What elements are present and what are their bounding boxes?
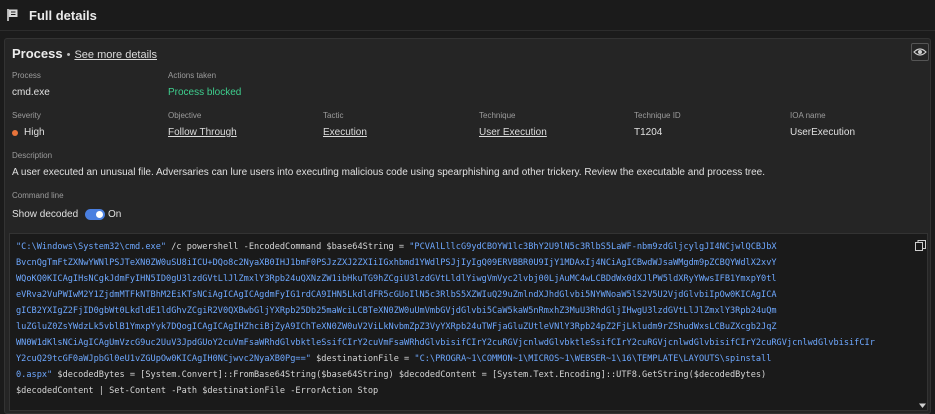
cmd-path: "C:\Windows\System32\cmd.exe" — [16, 242, 167, 252]
eye-icon — [913, 48, 927, 56]
objective-label: Objective — [168, 111, 202, 120]
details-title: Full details — [29, 7, 97, 23]
cmd-string: eVRva2VuPWIwM2Y1ZjdmMTFkNTBhM2EiKTsNCiAg… — [16, 290, 777, 300]
cmd-string: "PCVAlLllcG9ydCBOYW1lc3BhY2U9lN5c3RlbS5L… — [409, 242, 777, 252]
see-more-details-link[interactable]: See more details — [74, 49, 157, 61]
flag-icon — [5, 7, 21, 23]
technique-link[interactable]: User Execution — [479, 127, 547, 138]
cmd-string: luZGluZ0ZsYWdzLk5vblB1YmxpYyk7DQogICAgIC… — [16, 322, 777, 332]
actions-taken-value: Process blocked — [168, 87, 242, 98]
description-label: Description — [12, 151, 53, 160]
cmd-segment: $decodedBytes = [System.Convert]::FromBa… — [52, 370, 767, 380]
show-decoded-toggle[interactable] — [85, 209, 105, 220]
severity-text: High — [24, 127, 45, 138]
scroll-down-icon[interactable] — [918, 397, 927, 408]
severity-indicator — [12, 129, 18, 136]
objective-link[interactable]: Follow Through — [168, 127, 237, 138]
cmd-string: WN0W1dKlsNCiAgICAgUmVzcG9uc2UuV3JpdGUoY2… — [16, 338, 875, 348]
process-title: Process — [12, 46, 63, 61]
ioa-name-value: UserExecution — [790, 127, 856, 138]
actions-taken-label: Actions taken — [168, 71, 217, 80]
eye-toggle-button[interactable] — [911, 43, 929, 61]
technique-label: Technique — [479, 111, 516, 120]
show-decoded-label: Show decoded — [12, 209, 79, 220]
process-panel: Process • See more details Process cmd.e… — [4, 38, 931, 414]
technique-id-label: Technique ID — [634, 111, 681, 120]
separator-dot: • — [66, 49, 71, 61]
copy-icon[interactable] — [915, 238, 926, 251]
cmd-segment: $decodedContent | Set-Content -Path $des… — [16, 386, 379, 396]
tactic-label: Tactic — [323, 111, 344, 120]
command-line-text: "C:\Windows\System32\cmd.exe" /c powersh… — [16, 239, 896, 399]
cmd-segment: /c powershell -EncodedCommand $base64Str… — [166, 242, 410, 252]
severity-value: High — [12, 127, 45, 138]
cmd-string: 0.aspx" — [16, 370, 53, 380]
cmd-string: BvcnQgTmFtZXNwYWNlPSJTeXN0ZW0uSU8iICU+DQ… — [16, 258, 777, 268]
technique-id-value: T1204 — [634, 127, 663, 138]
process-label: Process — [12, 71, 41, 80]
toggle-knob — [96, 211, 103, 218]
details-header: Full details — [0, 0, 935, 31]
process-heading: Process • See more details — [12, 46, 157, 61]
cmd-segment: $destinationFile = — [310, 354, 415, 364]
severity-label: Severity — [12, 111, 41, 120]
cmd-string: WQoKQ0KICAgIHsNCgkJdmFyIHN5ID0gU3lzdGVtL… — [16, 274, 777, 284]
command-line-box[interactable]: "C:\Windows\System32\cmd.exe" /c powersh… — [9, 233, 928, 411]
cmd-string: "C:\PROGRA~1\COMMON~1\MICROS~1\WEBSER~1\… — [414, 354, 772, 364]
tactic-link[interactable]: Execution — [323, 127, 367, 138]
process-value: cmd.exe — [12, 87, 50, 98]
description-value: A user executed an unusual file. Adversa… — [12, 167, 766, 178]
toggle-state-label: On — [108, 209, 122, 220]
cmd-string: gICB2YXIgZ2FjID0gbWt0LkdldE1ldGhvZCgiR2V… — [16, 306, 777, 316]
ioa-name-label: IOA name — [790, 111, 826, 120]
command-line-label: Command line — [12, 191, 64, 200]
cmd-string: Y2cuQ29tcGF0aWJpbGl0eU1vZGUpOw0KICAgIH0N… — [16, 354, 311, 364]
